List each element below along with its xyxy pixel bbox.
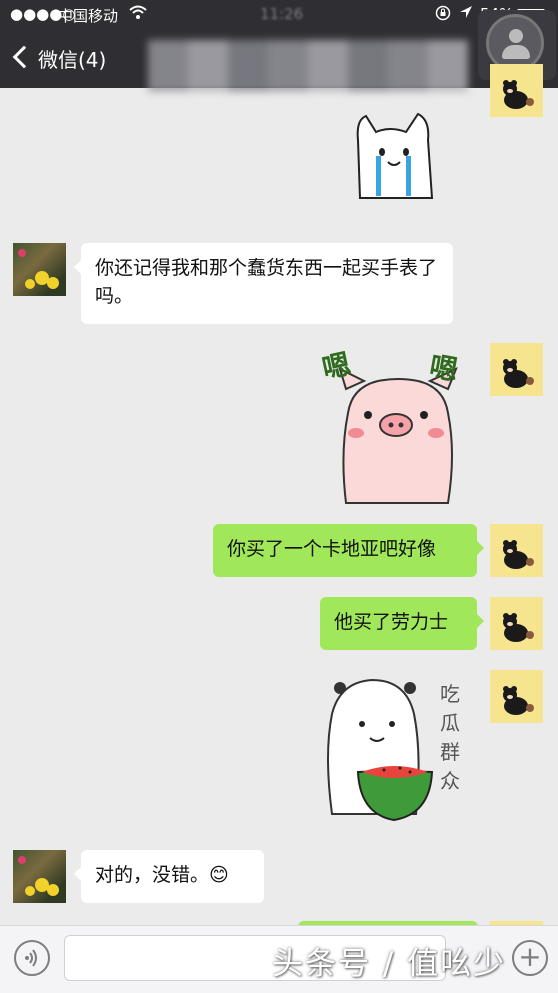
carrier-name: 中国移动 <box>58 7 119 25</box>
avatar-other[interactable] <box>13 243 66 296</box>
chat-title-obscured <box>148 40 468 92</box>
location-icon <box>458 4 474 24</box>
avatar-me[interactable] <box>490 343 543 396</box>
avatar-me[interactable] <box>490 597 543 650</box>
watermark: 头条号 / 值吆少 <box>272 946 507 982</box>
smile-emoji-icon: 😊 <box>209 864 229 886</box>
orientation-lock-icon <box>435 5 451 25</box>
clock: 11:26 <box>260 5 304 23</box>
voice-input-button[interactable] <box>14 940 50 976</box>
sticker-caption: 吃瓜群众 <box>440 682 460 793</box>
back-button[interactable]: 微信(4) <box>12 44 107 73</box>
plus-icon: + <box>518 940 542 973</box>
message-text: 他买了劳力士 <box>334 611 449 633</box>
chevron-left-icon <box>12 45 36 69</box>
message-bubble-incoming[interactable]: 对的，没错。😊 <box>74 850 264 903</box>
voice-icon <box>25 949 37 967</box>
message-text: 对的，没错。 <box>95 864 210 886</box>
avatar-other[interactable] <box>13 850 66 903</box>
avatar-me[interactable] <box>490 524 543 577</box>
back-label: 微信(4) <box>38 48 107 72</box>
message-text: 你还记得我和那个蠢货东西一起买手表了吗。 <box>95 257 438 307</box>
message-bubble-incoming[interactable]: 你还记得我和那个蠢货东西一起买手表了吗。 <box>74 243 453 324</box>
wifi-icon <box>128 4 148 24</box>
sticker-pig[interactable]: 嗯 嗯 <box>318 343 476 505</box>
sticker-crying-cat[interactable] <box>350 110 440 205</box>
message-bubble-outgoing[interactable]: 你买了一个卡地亚吧好像 <box>213 524 484 577</box>
message-text: 你买了一个卡地亚吧好像 <box>227 538 437 560</box>
sticker-eating-watermelon[interactable]: 吃瓜群众 <box>322 674 472 830</box>
avatar-me[interactable] <box>490 670 543 723</box>
avatar-me[interactable] <box>490 64 543 117</box>
message-bubble-outgoing[interactable]: 他买了劳力士 <box>320 597 484 650</box>
status-bar: ●●●●○ 中国移动 11:26 54% <box>0 0 558 28</box>
more-options-button[interactable]: + <box>512 940 548 976</box>
